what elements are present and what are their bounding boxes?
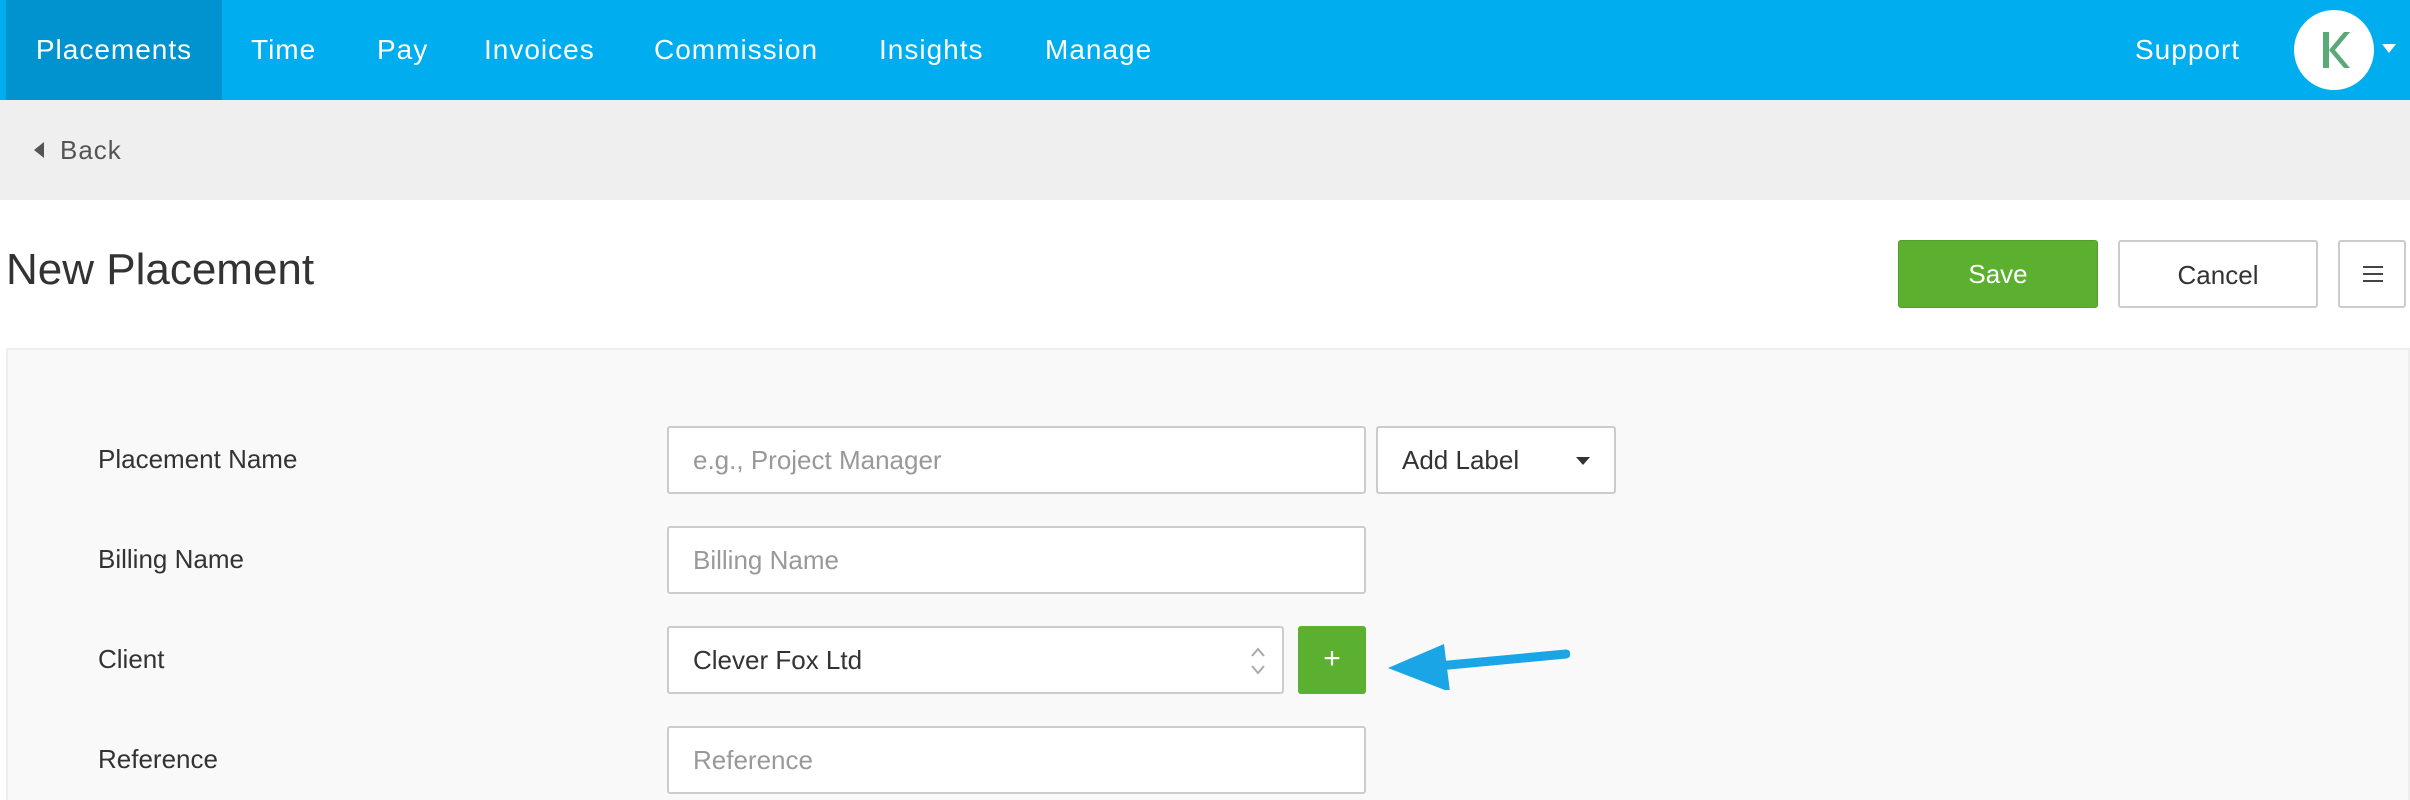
sort-updown-icon: [1251, 647, 1265, 675]
hamburger-icon: [2363, 266, 2383, 282]
avatar[interactable]: [2294, 10, 2374, 90]
placement-name-input[interactable]: [667, 426, 1366, 494]
client-label: Client: [98, 644, 165, 674]
nav-tab-manage[interactable]: Manage: [1045, 0, 1152, 100]
more-menu-button[interactable]: [2338, 240, 2406, 308]
arrow-pointer-icon: [1388, 644, 1570, 690]
add-label-text: Add Label: [1402, 445, 1520, 475]
caret-down-icon: [1576, 457, 1590, 465]
save-button[interactable]: Save: [1898, 240, 2098, 308]
nav-tab-insights[interactable]: Insights: [879, 0, 984, 100]
back-button[interactable]: Back: [34, 130, 122, 170]
top-navigation: Placements Time Pay Invoices Commission …: [0, 0, 2410, 100]
reference-input[interactable]: [667, 726, 1366, 794]
client-select-value: Clever Fox Ltd: [693, 645, 863, 675]
cancel-button[interactable]: Cancel: [2118, 240, 2318, 308]
billing-name-input[interactable]: [667, 526, 1366, 594]
add-label-dropdown[interactable]: Add Label: [1376, 426, 1616, 494]
nav-tab-commission[interactable]: Commission: [654, 0, 818, 100]
nav-tab-time[interactable]: Time: [251, 0, 316, 100]
chevron-left-icon: [34, 142, 44, 159]
placement-name-label: Placement Name: [98, 444, 298, 474]
k-logo-icon: [2323, 32, 2350, 68]
nav-tab-invoices[interactable]: Invoices: [484, 0, 595, 100]
billing-name-label: Billing Name: [98, 544, 244, 574]
reference-label: Reference: [98, 744, 218, 774]
sub-header-bar: [0, 100, 2410, 200]
nav-tab-pay[interactable]: Pay: [377, 0, 428, 100]
nav-tab-placements[interactable]: Placements: [6, 0, 222, 100]
back-label: Back: [60, 135, 122, 165]
nav-support-link[interactable]: Support: [2135, 0, 2240, 100]
client-select[interactable]: Clever Fox Ltd: [667, 626, 1284, 694]
chevron-down-icon[interactable]: [2382, 44, 2396, 53]
page-title: New Placement: [6, 245, 315, 294]
add-client-button[interactable]: +: [1298, 626, 1366, 694]
